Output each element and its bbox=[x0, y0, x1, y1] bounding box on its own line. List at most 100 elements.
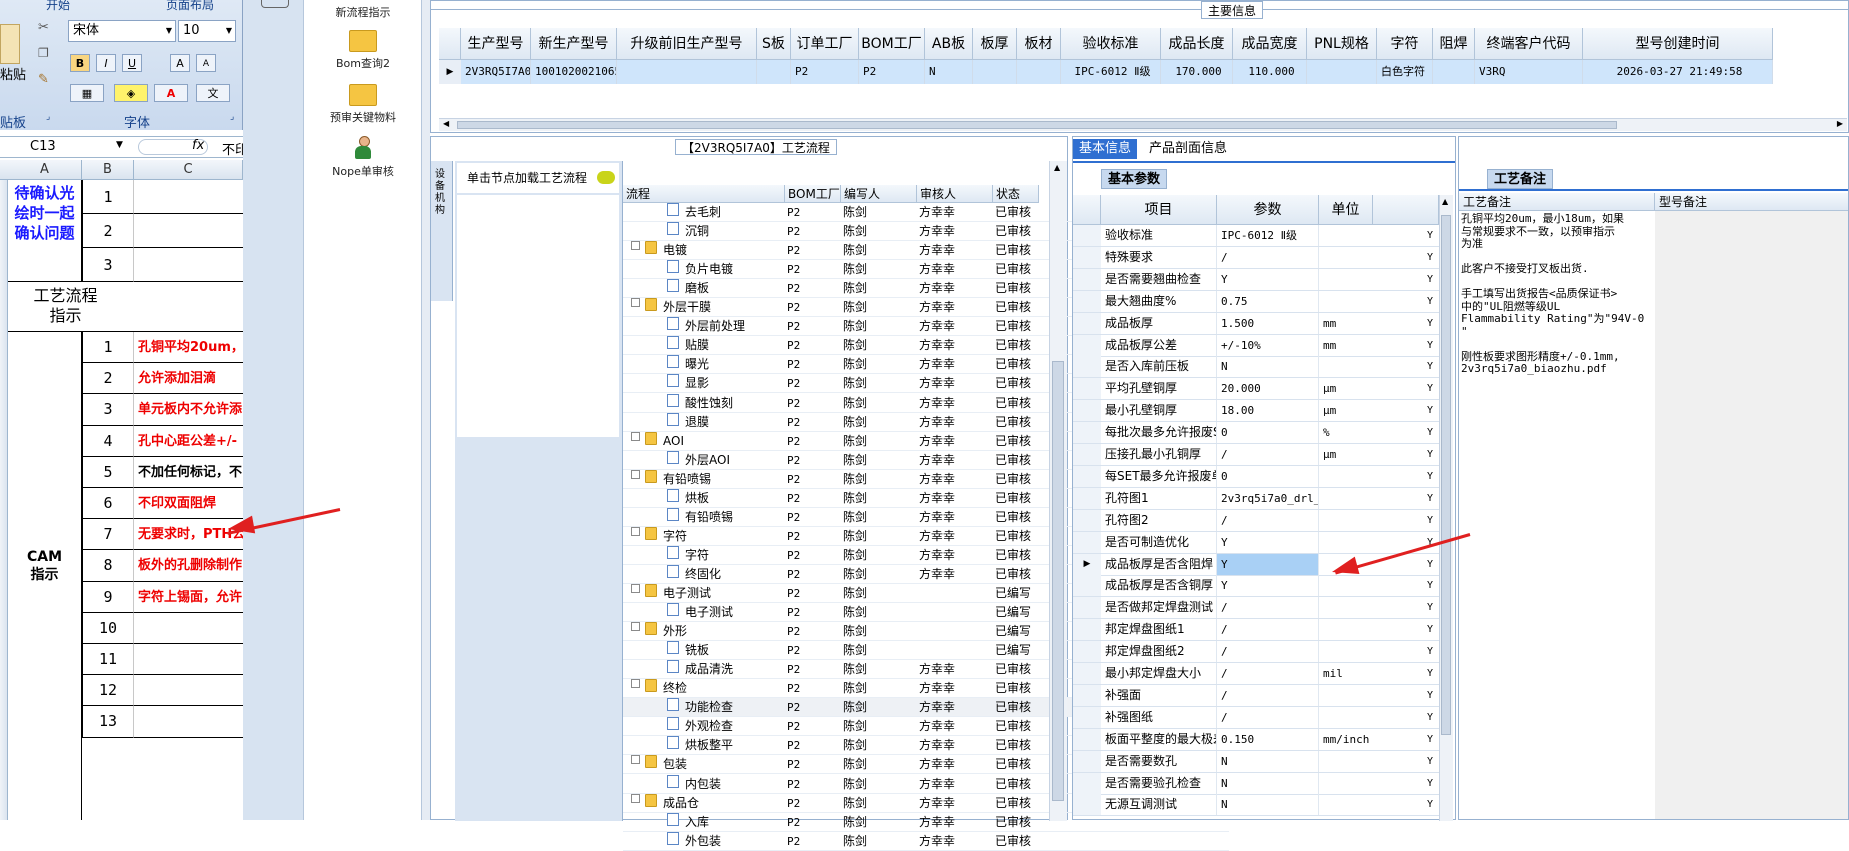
param-row[interactable]: 是否需要验孔检查 N Y bbox=[1073, 772, 1439, 795]
main-col-header[interactable]: 型号创建时间 bbox=[1583, 28, 1773, 60]
collapse-toggle-icon[interactable]: − bbox=[631, 469, 640, 479]
flow-col-header[interactable]: 编写人 bbox=[841, 185, 917, 203]
param-row[interactable]: 成品板厚是否含铜厚 Y Y bbox=[1073, 575, 1439, 598]
basic-vertical-scrollbar[interactable]: ▲ bbox=[1439, 195, 1453, 821]
italic-button[interactable]: I bbox=[96, 54, 116, 72]
collapse-toggle-icon[interactable]: − bbox=[631, 755, 640, 765]
col-header-c[interactable]: C bbox=[134, 160, 243, 180]
row-number-cell[interactable]: 4 bbox=[82, 425, 134, 457]
c-column-cell[interactable] bbox=[134, 180, 243, 214]
c-column-cell[interactable]: 不印双面阻焊 bbox=[134, 488, 243, 520]
param-value[interactable]: 20.000 bbox=[1217, 378, 1319, 400]
model-notes-area[interactable] bbox=[1655, 211, 1848, 819]
param-row[interactable]: 最小孔壁铜厚 18.00 μm Y bbox=[1073, 400, 1439, 423]
row-number-cell[interactable]: 6 bbox=[82, 488, 134, 520]
param-row[interactable]: 每批次最多允许报废SET0% Y bbox=[1073, 422, 1439, 445]
main-cell[interactable]: N bbox=[925, 60, 973, 84]
c-column-cell[interactable]: 孔中心距公差+/- bbox=[134, 426, 243, 457]
row-number-cell[interactable]: 5 bbox=[82, 456, 134, 488]
collapse-toggle-icon[interactable]: − bbox=[631, 298, 640, 308]
main-cell[interactable] bbox=[1017, 60, 1061, 84]
param-value[interactable]: Y bbox=[1217, 531, 1319, 553]
c-column-cell[interactable] bbox=[134, 613, 243, 644]
param-row[interactable]: 补强面 / Y bbox=[1073, 684, 1439, 707]
main-cell[interactable]: P2 bbox=[791, 60, 859, 84]
param-row[interactable]: 孔符图12v3rq5i7a0_drl_m... Y bbox=[1073, 487, 1439, 510]
bold-button[interactable]: B bbox=[70, 54, 90, 72]
param-value[interactable]: / bbox=[1217, 706, 1319, 728]
main-col-header[interactable]: 新生产型号 bbox=[531, 28, 617, 60]
main-col-header[interactable]: 终端客户代码 bbox=[1475, 28, 1583, 60]
main-col-header[interactable]: BOM工厂 bbox=[859, 28, 925, 60]
main-cell[interactable] bbox=[1433, 60, 1475, 84]
fx-icon[interactable]: fx bbox=[192, 138, 204, 153]
collapse-toggle-icon[interactable]: − bbox=[631, 584, 640, 593]
param-value[interactable]: / bbox=[1217, 663, 1319, 684]
main-cell[interactable] bbox=[757, 60, 791, 84]
tab-basic-info[interactable]: 基本信息 bbox=[1073, 139, 1138, 159]
param-row[interactable]: 板面平整度的最大极差 0.150 mm/inch Y bbox=[1073, 728, 1439, 751]
param-row[interactable]: 成品板厚 1.500 mm Y bbox=[1073, 312, 1439, 335]
main-col-header[interactable]: 阻焊 bbox=[1433, 28, 1475, 60]
subtab-basic-params[interactable]: 基本参数 bbox=[1101, 169, 1168, 189]
main-col-header[interactable]: 字符 bbox=[1377, 28, 1433, 60]
format-painter-icon[interactable]: ✎ bbox=[38, 72, 49, 87]
row-number-cell[interactable]: 10 bbox=[82, 612, 134, 644]
param-row[interactable]: 是否可制造优化 Y Y bbox=[1073, 531, 1439, 554]
c-column-cell[interactable] bbox=[134, 675, 243, 707]
prereview-material-item[interactable]: 预审关键物料 bbox=[304, 84, 422, 125]
main-col-header[interactable]: 成品宽度 bbox=[1233, 28, 1307, 60]
param-row[interactable]: 孔符图2/ Y bbox=[1073, 509, 1439, 532]
flow-col-header[interactable]: BOM工厂 bbox=[785, 185, 841, 203]
c-column-cell[interactable]: 孔铜平均20um，最 bbox=[134, 332, 243, 364]
paste-icon[interactable] bbox=[0, 24, 20, 64]
main-cell[interactable] bbox=[1307, 60, 1377, 84]
flow-side-tab[interactable]: 设备机构 bbox=[431, 161, 453, 301]
shrink-font-button[interactable]: A bbox=[196, 54, 216, 72]
flow-col-header[interactable]: 流程 bbox=[623, 185, 785, 203]
param-row[interactable]: 验收标准 IPC-6012 Ⅱ级 Y bbox=[1073, 225, 1439, 247]
param-value[interactable]: IPC-6012 Ⅱ级 bbox=[1217, 225, 1319, 246]
c-column-cell[interactable]: 板外的孔删除制作 bbox=[134, 550, 243, 582]
splitter[interactable] bbox=[422, 0, 430, 820]
param-row[interactable]: 是否需要翘曲检查 Y Y bbox=[1073, 268, 1439, 291]
c-column-cell[interactable] bbox=[134, 706, 243, 738]
main-cell[interactable]: 170.000 bbox=[1161, 60, 1233, 84]
collapse-toggle-icon[interactable]: − bbox=[631, 431, 640, 441]
col-header-b[interactable]: B bbox=[82, 160, 134, 180]
c-column-cell[interactable] bbox=[134, 214, 243, 248]
grow-font-button[interactable]: A bbox=[170, 54, 190, 72]
new-flow-item[interactable]: 新流程指示 bbox=[304, 4, 422, 20]
param-value[interactable]: N bbox=[1217, 356, 1319, 378]
param-value[interactable]: 0 bbox=[1217, 422, 1319, 444]
name-box-dropdown-icon[interactable]: ▼ bbox=[116, 140, 123, 150]
param-value[interactable]: / bbox=[1217, 684, 1319, 706]
process-notes-text[interactable]: 孔铜平均20um，最小18um，如果 与常规要求不一致，以预审指示 为准 此客户不接受… bbox=[1461, 213, 1653, 376]
param-value[interactable]: N bbox=[1217, 750, 1319, 772]
param-value[interactable]: 0.75 bbox=[1217, 290, 1319, 312]
flow-col-header[interactable]: 审核人 bbox=[917, 185, 993, 203]
main-cell[interactable]: P2 bbox=[859, 60, 925, 84]
col-header-a[interactable]: A bbox=[8, 160, 82, 180]
main-cell[interactable]: 110.000 bbox=[1233, 60, 1307, 84]
underline-button[interactable]: U bbox=[122, 54, 142, 72]
collapse-toggle-icon[interactable]: − bbox=[631, 526, 640, 536]
row-number-cell[interactable]: 11 bbox=[82, 644, 134, 676]
c-column-cell[interactable]: 单元板内不允许添 bbox=[134, 394, 243, 426]
main-cell[interactable]: V3RQ bbox=[1475, 60, 1583, 84]
flow-tree-area[interactable] bbox=[457, 195, 619, 437]
param-row[interactable]: 成品板厚公差 +/-10% mm Y bbox=[1073, 334, 1439, 357]
param-value[interactable]: 2v3rq5i7a0_drl_m... bbox=[1217, 487, 1319, 509]
param-row[interactable]: 无源互调测试 N Y bbox=[1073, 794, 1439, 817]
param-row[interactable]: 是否入库前压板 N Y bbox=[1073, 356, 1439, 379]
param-value[interactable]: N bbox=[1217, 794, 1319, 816]
flow-hint[interactable]: 单击节点加载工艺流程 bbox=[457, 163, 619, 193]
param-row[interactable]: 最小邦定焊盘大小 / mil Y bbox=[1073, 663, 1439, 685]
name-box[interactable]: C13 bbox=[30, 139, 56, 154]
cut-icon[interactable]: ✂ bbox=[38, 20, 49, 35]
copy-icon[interactable]: ❐ bbox=[38, 46, 49, 60]
param-row[interactable]: 补强图纸 / Y bbox=[1073, 706, 1439, 729]
tab-process-notes[interactable]: 工艺备注 bbox=[1487, 169, 1554, 189]
main-col-header[interactable]: 验收标准 bbox=[1061, 28, 1161, 60]
paste-label[interactable]: 粘贴 bbox=[0, 64, 26, 83]
